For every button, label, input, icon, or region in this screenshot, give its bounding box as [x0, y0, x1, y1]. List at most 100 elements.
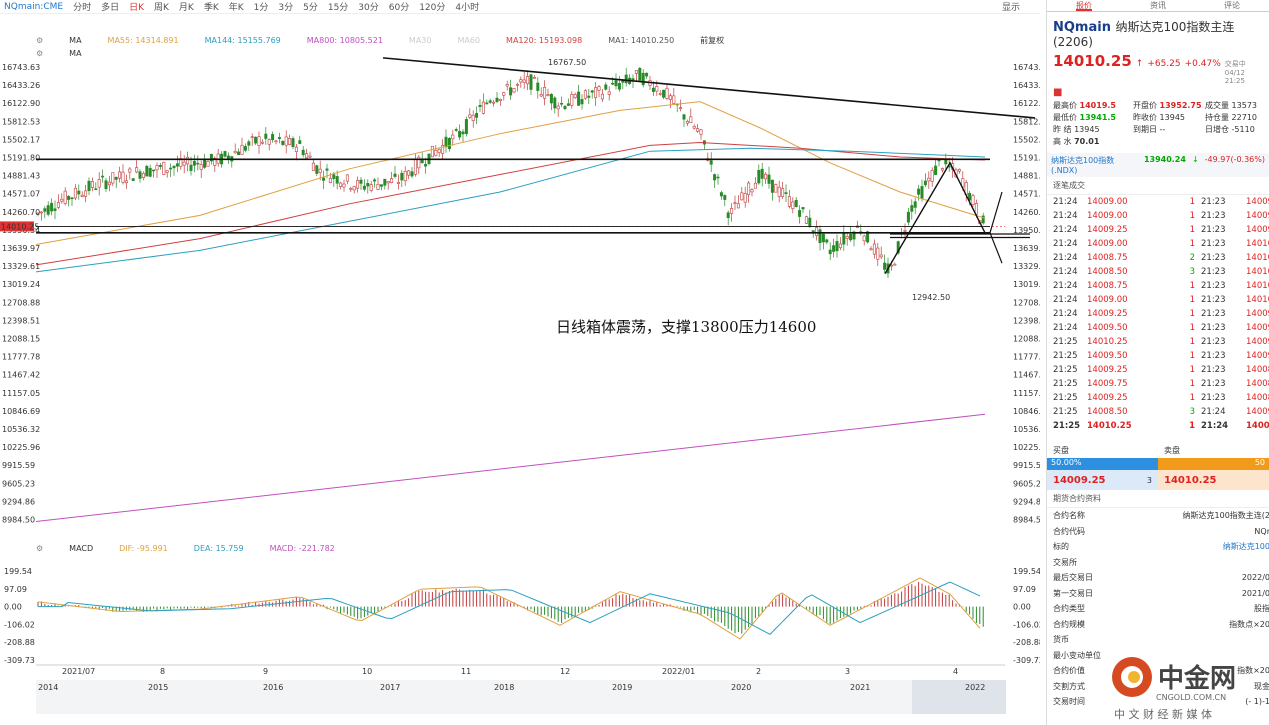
trade-row: 21:24 14009.50 1 21:23 14009.50	[1047, 321, 1269, 335]
candle-body	[152, 169, 156, 172]
high-label: 16767.50	[548, 58, 586, 67]
candle-body	[356, 180, 360, 189]
month-label: 3	[845, 667, 850, 676]
trade-cell: 21:23	[1201, 379, 1226, 389]
info-value: 股指	[1254, 604, 1269, 613]
candle-body	[257, 136, 261, 146]
candle-body	[114, 176, 118, 180]
candle-body	[284, 136, 288, 146]
info-key: 最后交易日	[1053, 573, 1093, 582]
y-tick-left: 15812.53	[2, 117, 40, 126]
candle-body	[760, 168, 764, 179]
candle-body	[189, 164, 193, 171]
y-tick-right: 15191.80	[1013, 154, 1040, 163]
candle-body	[794, 199, 798, 208]
candle-body	[709, 160, 713, 165]
macd-tick-left: -309.73	[4, 656, 35, 665]
sell-label: 卖盘	[1164, 446, 1180, 455]
candle-body	[128, 168, 132, 173]
month-label: 2022/01	[662, 667, 695, 676]
y-tick-right: 8984.50	[1013, 516, 1040, 525]
candle-body	[90, 181, 94, 188]
macd-tick-left: 97.09	[4, 585, 27, 594]
year-label: 2015	[148, 683, 168, 692]
trade-cell: 21:23	[1201, 365, 1226, 375]
candle-body	[349, 187, 353, 190]
stat-low: 最低价 13941.5	[1053, 113, 1116, 122]
watermark-logo: 中金网 CNGOLD.COM.CN 中 文 财 经 新 媒 体	[1112, 657, 1236, 721]
candle-body	[498, 98, 502, 101]
candle-body	[237, 151, 241, 155]
candle-body	[876, 247, 880, 260]
candle-body	[733, 202, 737, 204]
y-tick-right: 13639.97	[1013, 244, 1040, 253]
price-pct: +0.47%	[1184, 59, 1221, 69]
candle-body	[631, 78, 635, 81]
trade-cell: 21:24	[1053, 267, 1078, 277]
trade-cell: 14009.50	[1087, 323, 1128, 333]
trade-row: 21:24 14008.50 3 21:23 14010.75	[1047, 265, 1269, 279]
macd-tick-left: 199.54	[4, 567, 32, 576]
ndx-quote[interactable]: 纳斯达克100指数(.NDX) 13940.24 ↓ -49.97(-0.36%…	[1047, 153, 1269, 177]
candle-body	[118, 171, 122, 179]
candle-body	[658, 93, 662, 95]
trade-cell: 14009.25	[1246, 337, 1269, 347]
candle-body	[162, 162, 166, 175]
trade-cell: 1	[1189, 225, 1195, 235]
bid-price[interactable]: 14009.25	[1053, 475, 1106, 486]
candle-body	[43, 208, 47, 212]
trade-cell: 21:25	[1053, 407, 1078, 417]
y-tick-left: 14881.43	[2, 172, 40, 181]
stat-prev-settle: 昨 结 13945	[1053, 125, 1100, 134]
trades-list[interactable]: 21:24 14009.00 1 21:23 14009.50 21:24 14009.00…	[1047, 195, 1269, 433]
y-tick-right: 11777.78	[1013, 353, 1040, 362]
candle-body	[451, 134, 455, 140]
trade-cell: 1	[1189, 365, 1195, 375]
candle-body	[454, 129, 458, 131]
candle-body	[379, 184, 383, 187]
trade-row: 21:24 14009.00 1 21:23 14010.75	[1047, 293, 1269, 307]
year-label: 2016	[263, 683, 283, 692]
candle-body	[913, 201, 917, 208]
candle-body	[485, 102, 489, 105]
trade-cell: 14009.50	[1246, 309, 1269, 319]
ma800-line	[35, 413, 986, 523]
candle-body	[685, 120, 689, 124]
candle-body	[172, 165, 176, 169]
candle-body	[526, 76, 530, 85]
year-label: 2021	[850, 683, 870, 692]
y-tick-left: 10536.32	[2, 425, 40, 434]
stat-premium: 高 水 70.01	[1053, 137, 1100, 146]
candlestick-chart[interactable]: 16743.63 16433.26 16122.90 15812.53 15502.17…	[0, 0, 1040, 725]
ma120-line	[35, 141, 986, 266]
trade-cell: 21:23	[1201, 295, 1226, 305]
candle-body	[624, 74, 628, 84]
favorite-icon[interactable]: ■	[1047, 87, 1269, 98]
tab-news[interactable]: 资讯	[1150, 0, 1166, 11]
y-tick-left: 9605.23	[2, 479, 35, 488]
analysis-note: 日线箱体震荡，支撑13800压力14600	[556, 318, 817, 336]
ask-price[interactable]: 14010.25	[1164, 475, 1217, 486]
quote-tabs: 报价 资讯 评论	[1047, 0, 1269, 12]
trade-cell: 1	[1189, 337, 1195, 347]
macd-tick-right: 199.54	[1013, 567, 1040, 576]
y-tick-left: 15502.17	[2, 135, 40, 144]
candle-body	[138, 171, 142, 179]
candle-body	[39, 211, 43, 214]
y-tick-left: 13639.97	[2, 244, 40, 253]
y-tick-right: 14260.70	[1013, 208, 1040, 217]
candle-body	[617, 83, 621, 90]
candle-body	[56, 202, 60, 208]
candle-body	[930, 170, 934, 182]
candle-body	[842, 233, 846, 245]
buy-label: 买盘	[1053, 446, 1069, 455]
candle-body	[254, 136, 258, 144]
tab-quote[interactable]: 报价	[1076, 0, 1092, 11]
trade-cell: 14010.75	[1246, 267, 1269, 277]
tab-comments[interactable]: 评论	[1224, 0, 1240, 11]
candle-body	[801, 207, 805, 210]
trade-cell: 21:25	[1053, 393, 1078, 403]
last-price: 14010.25	[1053, 52, 1132, 70]
trade-cell: 21:24	[1053, 225, 1078, 235]
candle-body	[940, 168, 944, 171]
